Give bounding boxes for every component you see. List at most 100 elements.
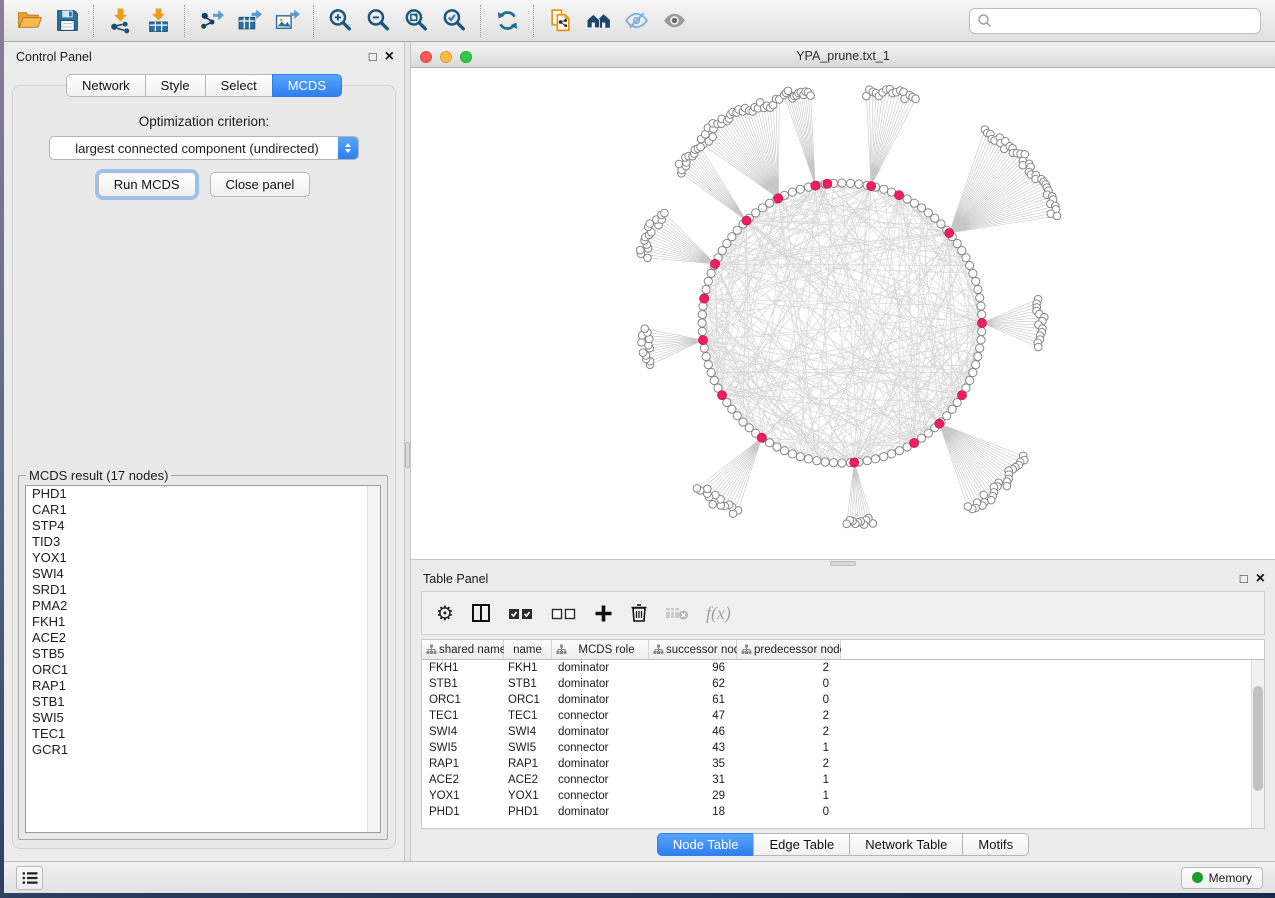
table-cell[interactable]: 31	[649, 774, 737, 786]
scrollbar-thumb[interactable]	[1253, 686, 1263, 791]
close-panel-button[interactable]: Close panel	[210, 172, 311, 197]
table-cell[interactable]: RAP1	[504, 758, 552, 770]
search-box[interactable]	[969, 8, 1261, 34]
column-header-name[interactable]: name	[504, 640, 552, 659]
table-row[interactable]: SWI5SWI5connector431	[422, 740, 1264, 756]
table-cell[interactable]: 62	[649, 678, 737, 690]
table-cell[interactable]: PHD1	[422, 806, 504, 818]
tab-select[interactable]: Select	[205, 74, 273, 97]
task-history-button[interactable]	[16, 866, 43, 890]
table-cell[interactable]: TEC1	[422, 710, 504, 722]
table-cell[interactable]: connector	[552, 742, 649, 754]
mcds-list-scrollbar[interactable]	[367, 486, 380, 832]
table-cell[interactable]: dominator	[552, 678, 649, 690]
run-mcds-button[interactable]: Run MCDS	[98, 172, 196, 197]
add-row-icon[interactable]	[594, 604, 613, 623]
table-cell[interactable]: connector	[552, 710, 649, 722]
list-item[interactable]: CAR1	[26, 502, 380, 518]
table-cell[interactable]: 29	[649, 790, 737, 802]
zoom-fit-icon[interactable]	[397, 3, 435, 39]
tab-mcds[interactable]: MCDS	[272, 74, 342, 97]
table-cell[interactable]: 0	[737, 806, 841, 818]
table-row[interactable]: SWI4SWI4dominator462	[422, 724, 1264, 740]
show-all-icon[interactable]	[655, 3, 693, 39]
table-scrollbar[interactable]	[1251, 660, 1264, 828]
table-row[interactable]: ORC1ORC1dominator610	[422, 692, 1264, 708]
table-cell[interactable]: PHD1	[504, 806, 552, 818]
tab-network-table[interactable]: Network Table	[849, 833, 963, 856]
list-item[interactable]: YOX1	[26, 550, 380, 566]
list-item[interactable]: STP4	[26, 518, 380, 534]
table-cell[interactable]: dominator	[552, 662, 649, 674]
refresh-network-icon[interactable]	[488, 3, 526, 39]
network-graph[interactable]	[411, 68, 1275, 560]
table-row[interactable]: ACE2ACE2connector311	[422, 772, 1264, 788]
delete-row-icon[interactable]	[630, 603, 648, 623]
table-cell[interactable]: STB1	[504, 678, 552, 690]
list-item[interactable]: PHD1	[26, 486, 380, 502]
open-file-icon[interactable]	[10, 3, 48, 39]
save-session-icon[interactable]	[48, 3, 86, 39]
list-item[interactable]: ACE2	[26, 630, 380, 646]
tab-style[interactable]: Style	[145, 74, 206, 97]
float-panel-icon[interactable]	[369, 48, 377, 66]
table-cell[interactable]: 35	[649, 758, 737, 770]
network-view[interactable]	[411, 68, 1275, 560]
first-neighbors-icon[interactable]	[579, 3, 617, 39]
table-cell[interactable]: SWI4	[504, 726, 552, 738]
table-cell[interactable]: 46	[649, 726, 737, 738]
table-cell[interactable]: 0	[737, 678, 841, 690]
criterion-select[interactable]: largest connected component (undirected)	[49, 136, 359, 160]
table-cell[interactable]: 2	[737, 710, 841, 722]
unselect-all-icon[interactable]	[551, 606, 577, 621]
tab-edge-table[interactable]: Edge Table	[753, 833, 850, 856]
table-cell[interactable]: SWI4	[422, 726, 504, 738]
table-cell[interactable]: STB1	[422, 678, 504, 690]
table-row[interactable]: FKH1FKH1dominator962	[422, 660, 1264, 676]
table-row[interactable]: RAP1RAP1dominator352	[422, 756, 1264, 772]
zoom-out-icon[interactable]	[359, 3, 397, 39]
list-item[interactable]: STB1	[26, 694, 380, 710]
column-header-predecessor-nodes[interactable]: predecessor nodes	[737, 640, 841, 659]
table-cell[interactable]: 47	[649, 710, 737, 722]
table-cell[interactable]: dominator	[552, 694, 649, 706]
export-table-icon[interactable]	[230, 3, 268, 39]
list-item[interactable]: RAP1	[26, 678, 380, 694]
select-all-icon[interactable]	[508, 606, 534, 621]
table-cell[interactable]: TEC1	[504, 710, 552, 722]
column-header-successor-nodes[interactable]: successor nodes∨	[649, 640, 737, 659]
table-row[interactable]: YOX1YOX1connector291	[422, 788, 1264, 804]
show-column-icon[interactable]	[471, 603, 491, 623]
tab-network[interactable]: Network	[66, 74, 146, 97]
list-item[interactable]: FKH1	[26, 614, 380, 630]
zoom-in-icon[interactable]	[321, 3, 359, 39]
export-image-icon[interactable]	[268, 3, 306, 39]
table-cell[interactable]: 1	[737, 742, 841, 754]
table-cell[interactable]: ACE2	[422, 774, 504, 786]
clone-network-icon[interactable]	[541, 3, 579, 39]
table-cell[interactable]: YOX1	[422, 790, 504, 802]
table-cell[interactable]: dominator	[552, 806, 649, 818]
table-cell[interactable]: 2	[737, 726, 841, 738]
table-row[interactable]: PHD1PHD1dominator180	[422, 804, 1264, 820]
table-cell[interactable]: 1	[737, 774, 841, 786]
table-cell[interactable]: FKH1	[504, 662, 552, 674]
list-item[interactable]: TID3	[26, 534, 380, 550]
table-row[interactable]: TEC1TEC1connector472	[422, 708, 1264, 724]
import-table-icon[interactable]	[139, 3, 177, 39]
hide-selected-icon[interactable]	[617, 3, 655, 39]
function-builder-icon[interactable]: f(x)	[706, 603, 731, 624]
table-cell[interactable]: connector	[552, 774, 649, 786]
float-panel-icon[interactable]	[1240, 570, 1248, 588]
table-cell[interactable]: YOX1	[504, 790, 552, 802]
list-item[interactable]: SWI4	[26, 566, 380, 582]
table-cell[interactable]: SWI5	[422, 742, 504, 754]
table-cell[interactable]: 0	[737, 694, 841, 706]
table-cell[interactable]: 96	[649, 662, 737, 674]
list-item[interactable]: STB5	[26, 646, 380, 662]
table-cell[interactable]: 61	[649, 694, 737, 706]
search-input[interactable]	[992, 14, 1253, 28]
table-cell[interactable]: 1	[737, 790, 841, 802]
table-cell[interactable]: dominator	[552, 726, 649, 738]
close-panel-icon[interactable]	[385, 48, 394, 66]
